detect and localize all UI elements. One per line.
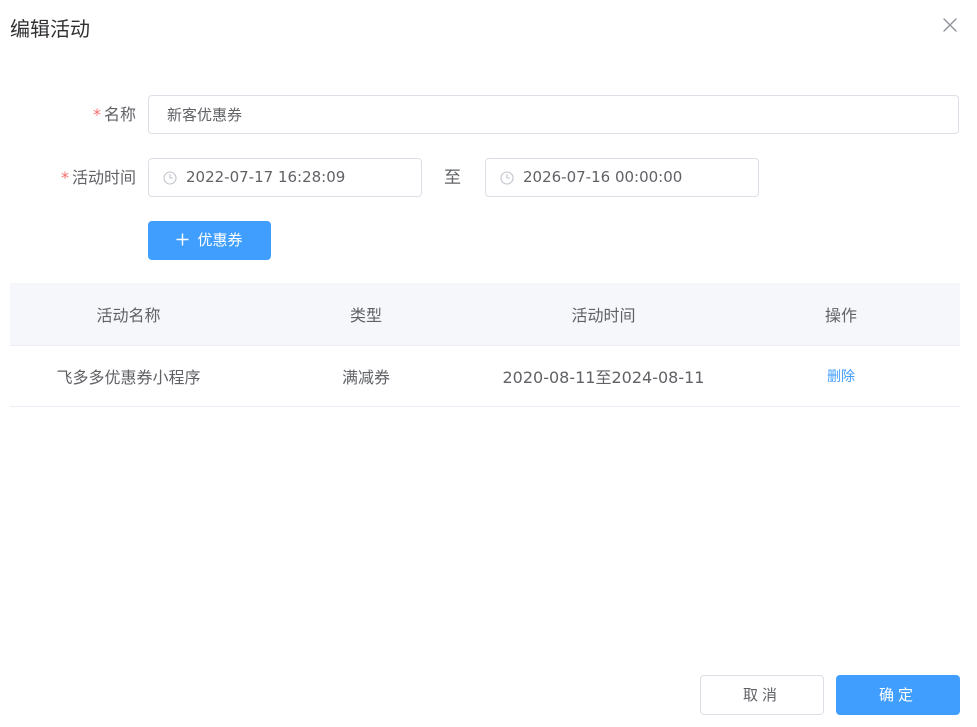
- name-label-text: 名称: [103, 105, 136, 124]
- activity-table: 活动名称 类型 活动时间 操作 飞多多优惠券小程序 满减券 2020-08-11…: [10, 283, 960, 407]
- plus-icon: [176, 233, 189, 246]
- name-input[interactable]: [148, 95, 959, 134]
- range-separator: 至: [444, 168, 461, 188]
- header-activity-name: 活动名称: [96, 306, 161, 325]
- required-mark: *: [60, 168, 69, 187]
- start-date-value: 2022-07-17 16:28:09: [186, 168, 346, 186]
- cancel-button[interactable]: 取消: [700, 675, 824, 715]
- row-type: 满减券: [341, 368, 390, 387]
- header-actions: 操作: [824, 306, 857, 325]
- row-activity-name: 飞多多优惠券小程序: [56, 368, 201, 387]
- required-mark: *: [92, 105, 101, 124]
- dialog-title: 编辑活动: [10, 17, 90, 41]
- time-label: * 活动时间: [20, 168, 136, 188]
- clock-icon: [500, 171, 514, 185]
- end-date-picker[interactable]: 2026-07-16 00:00:00: [485, 158, 759, 197]
- confirm-button[interactable]: 确定: [836, 675, 960, 715]
- close-button[interactable]: [940, 15, 960, 35]
- close-icon[interactable]: [940, 15, 960, 35]
- table-header: 活动名称 类型 活动时间 操作: [10, 283, 960, 346]
- add-coupon-label: 优惠券: [197, 231, 243, 249]
- header-activity-time: 活动时间: [571, 306, 636, 325]
- table-row: 飞多多优惠券小程序 满减券 2020-08-11至2024-08-11 删除: [10, 346, 960, 407]
- header-type: 类型: [349, 306, 382, 325]
- name-label: * 名称: [60, 105, 136, 125]
- end-date-value: 2026-07-16 00:00:00: [523, 168, 683, 186]
- row-activity-time: 2020-08-11至2024-08-11: [502, 368, 705, 387]
- delete-link[interactable]: 删除: [827, 366, 855, 386]
- time-label-text: 活动时间: [71, 168, 136, 187]
- row-actions: 删除: [722, 346, 960, 406]
- clock-icon: [163, 171, 177, 185]
- add-coupon-button[interactable]: 优惠券: [148, 221, 271, 260]
- start-date-picker[interactable]: 2022-07-17 16:28:09: [148, 158, 422, 197]
